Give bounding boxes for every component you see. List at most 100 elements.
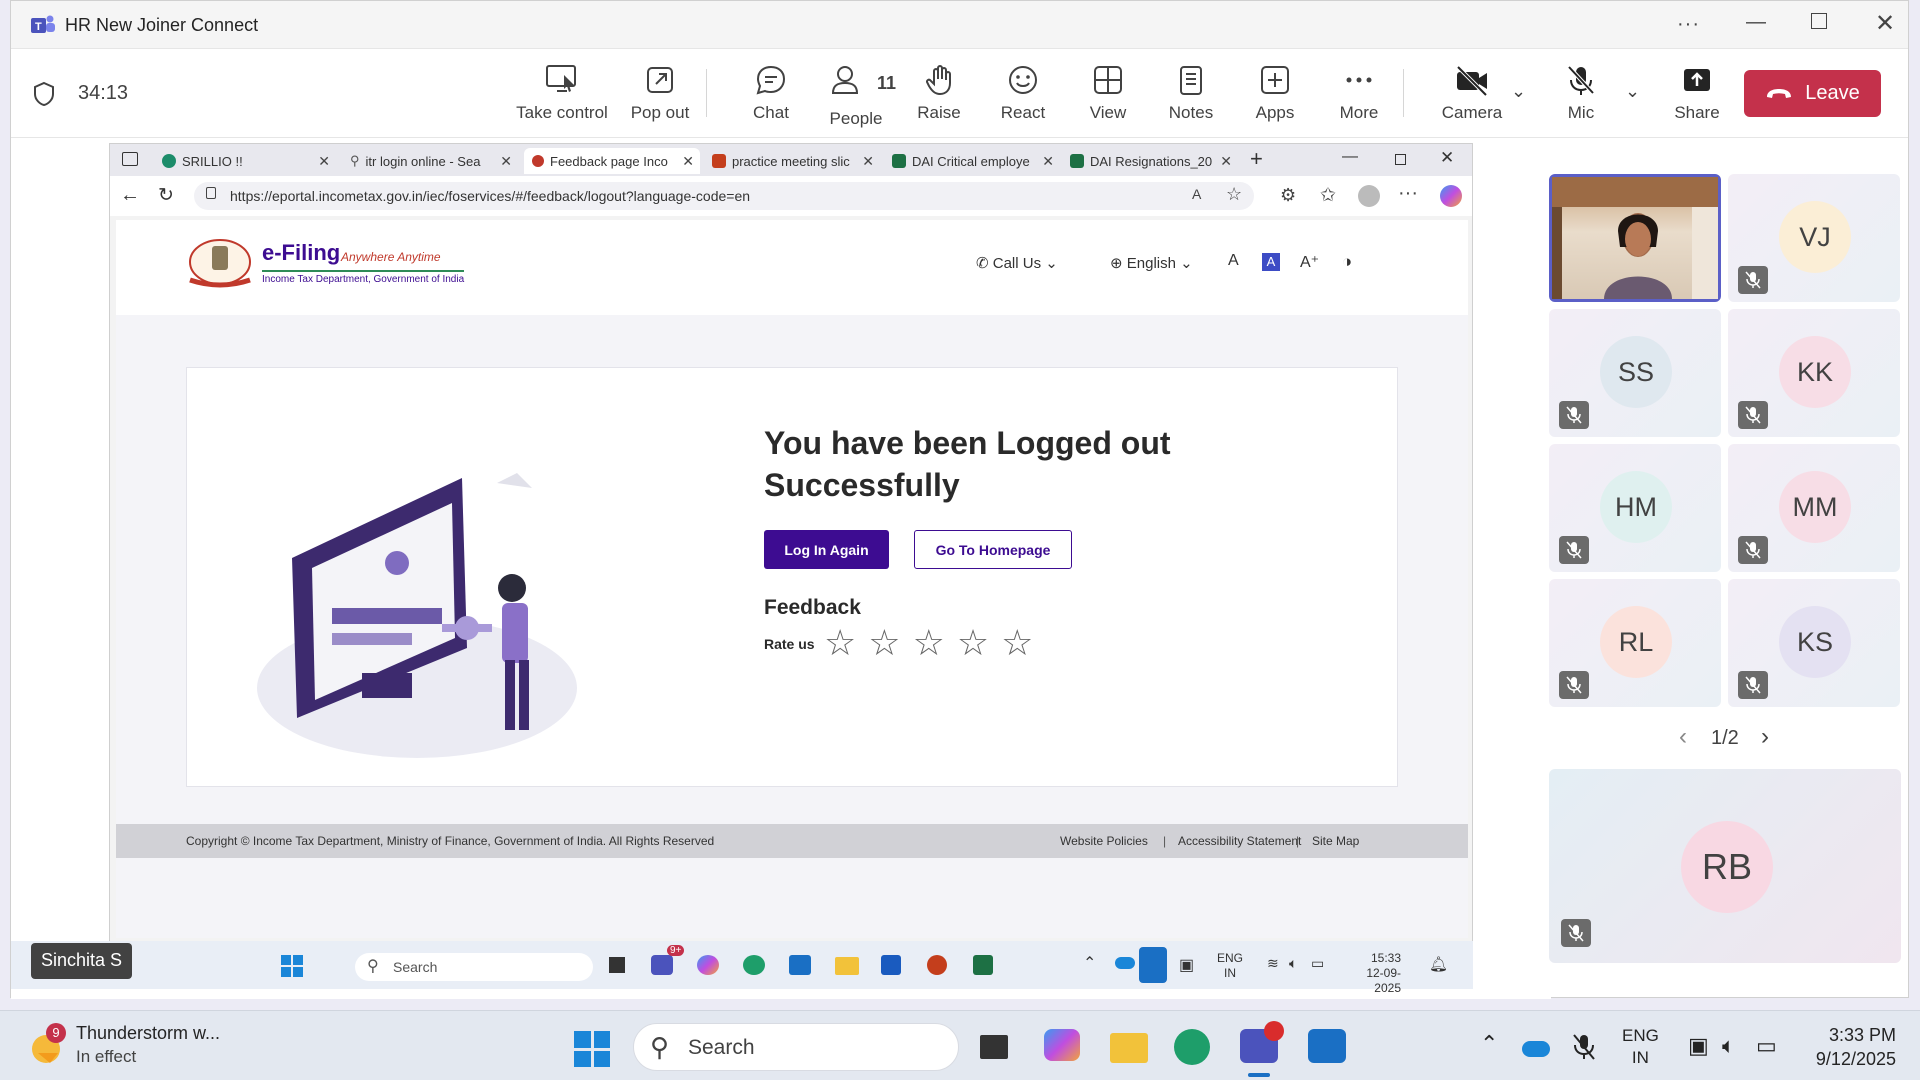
people-count: 11: [876, 72, 896, 93]
language-dropdown[interactable]: ⊕ English ⌄: [1110, 254, 1193, 272]
close-tab-icon[interactable]: ✕: [862, 153, 874, 170]
tab-practice-meeting[interactable]: practice meeting slic ✕: [704, 148, 880, 174]
system-clock[interactable]: 3:33 PM 9/12/2025: [1790, 1023, 1896, 1071]
shield-icon: [33, 81, 55, 107]
mic-options-chevron-icon[interactable]: ⌄: [1625, 81, 1640, 102]
pop-out-button[interactable]: Pop out: [620, 63, 700, 123]
star-icon-2[interactable]: ☆: [868, 622, 900, 664]
start-button[interactable]: [574, 1031, 610, 1067]
refresh-icon[interactable]: ↻: [158, 184, 174, 207]
mic-muted-icon: [1738, 671, 1768, 699]
more-button[interactable]: More: [1319, 63, 1399, 123]
back-icon[interactable]: ←: [120, 184, 140, 207]
tab-actions-icon[interactable]: [122, 152, 138, 166]
raise-hand-button[interactable]: Raise: [899, 63, 979, 123]
tab-srillio[interactable]: SRILLIO !! ✕: [154, 148, 336, 174]
favorite-star-icon[interactable]: ☆: [1226, 184, 1242, 205]
self-video-tile[interactable]: [1549, 174, 1721, 302]
notes-button[interactable]: Notes: [1151, 63, 1231, 123]
share-button[interactable]: Share: [1657, 63, 1737, 123]
chat-button[interactable]: Chat: [731, 63, 811, 123]
apps-button[interactable]: Apps: [1235, 63, 1315, 123]
tab-dai-critical[interactable]: DAI Critical employe ✕: [884, 148, 1060, 174]
view-button[interactable]: View: [1068, 63, 1148, 123]
tab-feedback-page[interactable]: Feedback page Inco ✕: [524, 148, 700, 174]
close-tab-icon[interactable]: ✕: [500, 153, 512, 170]
close-tab-icon[interactable]: ✕: [1220, 153, 1232, 170]
feedback-heading: Feedback: [764, 596, 861, 619]
participant-tile[interactable]: KS: [1728, 579, 1900, 707]
star-icon-4[interactable]: ☆: [957, 622, 989, 664]
camera-button[interactable]: Camera: [1427, 63, 1517, 123]
star-icon-1[interactable]: ☆: [824, 622, 856, 664]
tab-itr-login[interactable]: ⚲ itr login online - Sea ✕: [342, 148, 518, 174]
url-field[interactable]: https://eportal.incometax.gov.in/iec/fos…: [194, 182, 1254, 210]
more-options-icon[interactable]: ···: [1677, 13, 1700, 36]
go-to-homepage-button[interactable]: Go To Homepage: [914, 530, 1072, 569]
shared-browser-window: SRILLIO !! ✕ ⚲ itr login online - Sea ✕ Fe…: [109, 143, 1473, 943]
participant-tile[interactable]: MM: [1728, 444, 1900, 572]
take-control-button[interactable]: Take control: [514, 63, 610, 123]
footer-link-website-policies[interactable]: Website Policies: [1060, 834, 1148, 848]
outlook-icon[interactable]: [1308, 1029, 1346, 1063]
profile-avatar-icon[interactable]: [1358, 185, 1380, 207]
tab-dai-resignations[interactable]: DAI Resignations_20 ✕: [1062, 148, 1238, 174]
weather-text[interactable]: Thunderstorm w... In effect: [76, 1021, 220, 1069]
task-view-icon[interactable]: [980, 1035, 1008, 1059]
copilot-icon[interactable]: [1440, 185, 1462, 207]
read-aloud-icon[interactable]: A: [1192, 186, 1201, 202]
contrast-icon[interactable]: ◑: [1342, 252, 1352, 272]
next-page-icon[interactable]: ›: [1761, 723, 1769, 751]
call-us-dropdown[interactable]: ✆ Call Us ⌄: [976, 254, 1058, 272]
browser-minimize-button[interactable]: —: [1342, 148, 1358, 166]
volume-icon[interactable]: 🔈︎: [1722, 1033, 1735, 1059]
portal-logo-title: e-Filing: [262, 240, 341, 265]
camera-options-chevron-icon[interactable]: ⌄: [1511, 81, 1526, 102]
new-tab-icon[interactable]: +: [1250, 146, 1263, 172]
mic-button[interactable]: Mic: [1541, 63, 1621, 123]
pop-out-icon: [647, 67, 673, 93]
previous-page-icon[interactable]: ‹: [1679, 723, 1687, 751]
footer-link-site-map[interactable]: Site Map: [1312, 834, 1359, 848]
minimize-button[interactable]: —: [1746, 11, 1766, 34]
participant-tile[interactable]: KK: [1728, 309, 1900, 437]
participant-tile[interactable]: RL: [1549, 579, 1721, 707]
close-tab-icon[interactable]: ✕: [1042, 153, 1054, 170]
participant-tile[interactable]: SS: [1549, 309, 1721, 437]
footer-link-accessibility[interactable]: Accessibility Statement: [1178, 834, 1301, 848]
weather-widget[interactable]: 9: [28, 1023, 68, 1067]
edge-icon[interactable]: [1174, 1029, 1210, 1065]
normal-font-icon[interactable]: A: [1262, 253, 1280, 271]
maximize-button[interactable]: [1811, 13, 1827, 29]
leave-button[interactable]: Leave: [1744, 70, 1881, 117]
close-tab-icon[interactable]: ✕: [318, 153, 330, 170]
increase-font-icon[interactable]: A⁺: [1300, 252, 1319, 272]
log-in-again-button[interactable]: Log In Again: [764, 530, 889, 569]
close-button[interactable]: ✕: [1875, 9, 1895, 38]
file-explorer-icon[interactable]: [1110, 1033, 1148, 1063]
browser-restore-button[interactable]: [1395, 154, 1406, 165]
browser-menu-icon[interactable]: ···: [1398, 182, 1418, 205]
m365-app-icon[interactable]: [1044, 1029, 1080, 1061]
large-participant-tile[interactable]: RB: [1549, 769, 1901, 963]
mic-off-icon[interactable]: [1572, 1033, 1596, 1061]
chevron-up-icon[interactable]: ⌃: [1480, 1031, 1498, 1057]
participant-tile[interactable]: VJ: [1728, 174, 1900, 302]
participant-tile[interactable]: HM: [1549, 444, 1721, 572]
star-icon-3[interactable]: ☆: [913, 622, 945, 664]
input-language[interactable]: ENG IN: [1622, 1025, 1659, 1069]
network-icon[interactable]: ▣: [1688, 1033, 1709, 1059]
onedrive-icon[interactable]: [1522, 1041, 1550, 1057]
browser-close-button[interactable]: ✕: [1440, 148, 1454, 168]
people-button[interactable]: 11 People: [816, 63, 896, 129]
favorites-icon[interactable]: ✩: [1320, 184, 1336, 207]
extensions-icon[interactable]: ⚙: [1280, 185, 1296, 206]
taskbar-search-box[interactable]: ⚲ Search: [633, 1023, 959, 1071]
star-icon-5[interactable]: ☆: [1001, 622, 1033, 664]
decrease-font-icon[interactable]: A: [1228, 252, 1239, 270]
close-tab-icon[interactable]: ✕: [682, 153, 694, 170]
browser-tab-strip: SRILLIO !! ✕ ⚲ itr login online - Sea ✕ Fe…: [110, 144, 1472, 176]
battery-icon[interactable]: ▭: [1756, 1033, 1777, 1059]
react-button[interactable]: React: [983, 63, 1063, 123]
phone-icon: ✆: [976, 255, 989, 272]
